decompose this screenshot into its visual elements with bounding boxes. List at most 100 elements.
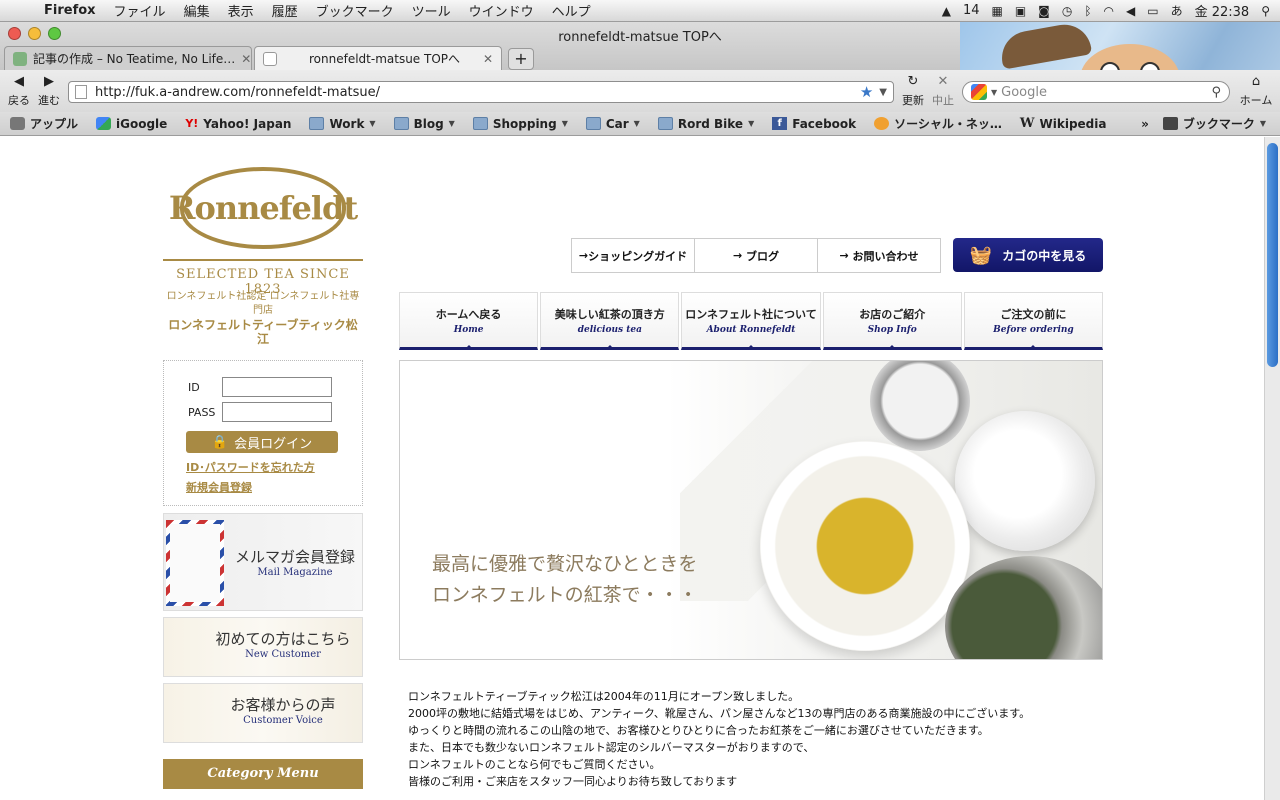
url-bar[interactable]: http://fuk.a-andrew.com/ronnefeldt-matsu… <box>68 81 894 103</box>
tab-ronnefeldt[interactable]: ronnefeldt-matsue TOPへ ✕ <box>254 46 502 70</box>
time-machine-icon[interactable]: ◷ <box>1062 4 1072 18</box>
bookmarks-menu-button[interactable]: ブックマーク ▼ <box>1162 115 1266 132</box>
back-arrow-icon: ◀ <box>14 74 24 89</box>
close-tab-icon[interactable]: ✕ <box>483 52 493 66</box>
envelope-icon <box>166 520 224 606</box>
hero-image: 最高に優雅で贅沢なひとときを ロンネフェルトの紅茶で・・・ <box>399 360 1103 660</box>
shopping-guide-link[interactable]: → ショッピングガイド <box>572 239 695 272</box>
igoogle-icon <box>96 117 112 130</box>
bookmark-folder-shopping[interactable]: Shopping ▼ <box>472 117 568 131</box>
customer-voice-banner[interactable]: お客様からの声 Customer Voice <box>163 683 363 743</box>
script-icon[interactable]: ▦ <box>991 4 1002 18</box>
bookmark-yahoo[interactable]: Y! Yahoo! Japan <box>185 117 291 131</box>
bluetooth-icon[interactable]: ᛒ <box>1084 4 1091 18</box>
utility-nav: → ショッピングガイド → ブログ → お問い合わせ <box>571 238 941 273</box>
mail-magazine-banner[interactable]: メルマガ会員登録 Mail Magazine <box>163 513 363 611</box>
back-button[interactable]: ◀ 戻る <box>8 74 30 108</box>
window-titlebar: ronnefeldt-matsue TOPへ 記事の作成 – No Teatim… <box>0 22 1280 134</box>
bookmark-folder-rord-bike[interactable]: Rord Bike ▼ <box>657 117 755 131</box>
menu-window[interactable]: ウインドウ <box>460 1 543 20</box>
nav-shop-info[interactable]: お店のご紹介 Shop Info <box>822 292 962 350</box>
battery-icon[interactable]: ▭ <box>1147 4 1158 18</box>
reload-button[interactable]: ↻ 更新 <box>900 74 926 108</box>
menu-view[interactable]: 表示 <box>219 1 263 20</box>
close-tab-icon[interactable]: ✕ <box>241 52 251 66</box>
nav-home[interactable]: ホームへ戻る Home <box>399 292 539 350</box>
bookmark-wikipedia[interactable]: W Wikipedia <box>1020 116 1107 131</box>
bookmark-apple[interactable]: アップル <box>10 115 78 132</box>
intro-text: ロンネフェルトティーブティック松江は2004年の11月にオープン致しました。 2… <box>408 690 1031 788</box>
tab-strip: 記事の作成 – No Teatime, No Life… ✕ ronnefeld… <box>4 46 534 70</box>
chevron-down-icon: ▼ <box>1259 119 1266 128</box>
bookmark-facebook[interactable]: f Facebook <box>772 117 856 131</box>
chevron-down-icon: ▼ <box>748 119 755 128</box>
bookmark-folder-blog[interactable]: Blog ▼ <box>393 117 455 131</box>
menu-file[interactable]: ファイル <box>105 1 175 20</box>
new-customer-banner[interactable]: 初めての方はこちら New Customer <box>163 617 363 677</box>
search-engine-dropdown-icon[interactable]: ▼ <box>991 88 997 97</box>
search-input[interactable]: ▼ Google ⚲ <box>962 81 1230 103</box>
menu-tools[interactable]: ツール <box>403 1 460 20</box>
menubar-clock[interactable]: 金 22:38 <box>1195 1 1250 20</box>
forward-button[interactable]: ▶ 進む <box>37 74 61 108</box>
menu-edit[interactable]: 編集 <box>175 1 219 20</box>
nav-about[interactable]: ロンネフェルト社について About Ronnefeldt <box>681 292 821 350</box>
new-tab-button[interactable]: + <box>508 48 534 70</box>
menu-help[interactable]: ヘルプ <box>543 1 600 20</box>
nav-before-ordering[interactable]: ご注文の前に Before ordering <box>963 292 1104 350</box>
apple-icon <box>10 117 25 130</box>
member-login-button[interactable]: 🔒 会員ログイン <box>186 431 338 453</box>
folder-icon <box>472 117 488 130</box>
adobe-icon[interactable]: ▲ <box>942 4 951 18</box>
register-link[interactable]: 新規会員登録 <box>186 479 252 495</box>
tea-tin-image <box>945 556 1102 659</box>
scrollbar-thumb[interactable] <box>1267 143 1278 367</box>
bookmark-folder-work[interactable]: Work ▼ <box>309 117 376 131</box>
search-icon[interactable]: ⚲ <box>1211 85 1221 100</box>
bookmark-star-icon[interactable]: ★ <box>860 83 873 101</box>
app-menu[interactable]: Firefox <box>40 3 105 18</box>
page-favicon-icon <box>263 51 277 66</box>
nav-delicious-tea[interactable]: 美味しい紅茶の頂き方 delicious tea <box>540 292 680 350</box>
google-icon <box>971 84 987 100</box>
pass-row: PASS <box>188 402 332 422</box>
spotlight-icon[interactable]: ⚲ <box>1261 4 1270 18</box>
chevron-down-icon: ▼ <box>633 119 640 128</box>
bookmark-folder-car[interactable]: Car ▼ <box>585 117 640 131</box>
chat-favicon-icon <box>13 51 27 66</box>
briefcase-icon[interactable]: ▣ <box>1015 4 1026 18</box>
teapot-image <box>955 411 1095 551</box>
view-cart-button[interactable]: 🧺 カゴの中を見る <box>953 238 1103 272</box>
menu-bookmarks[interactable]: ブックマーク <box>307 1 403 20</box>
bookmarks-bar: アップル iGoogle Y! Yahoo! Japan Work ▼ Blog ▼ … <box>0 112 1280 136</box>
page-scrollbar[interactable] <box>1264 137 1280 800</box>
password-input[interactable] <box>222 402 332 422</box>
home-button[interactable]: ⌂ ホーム <box>1238 74 1274 108</box>
wifi-icon[interactable]: ◠ <box>1104 4 1114 18</box>
tab-label: ronnefeldt-matsue TOPへ <box>309 52 461 66</box>
contact-link[interactable]: → お問い合わせ <box>818 239 940 272</box>
search-placeholder: Google <box>1001 84 1047 100</box>
menu-history[interactable]: 履歴 <box>263 1 307 20</box>
home-icon: ⌂ <box>1251 74 1261 89</box>
stop-button[interactable]: ✕ 中止 <box>930 74 956 108</box>
volume-icon[interactable]: ◀ <box>1126 4 1135 18</box>
ronnefeldt-logo[interactable]: Ronnefeldt <box>169 167 358 249</box>
url-dropdown-icon[interactable]: ▼ <box>879 87 887 98</box>
window-title: ronnefeldt-matsue TOPへ <box>558 30 722 45</box>
input-method-icon[interactable]: あ <box>1171 2 1183 19</box>
camera-icon[interactable]: ◙ <box>1038 4 1050 18</box>
bookmarks-overflow-button[interactable]: » <box>1141 117 1149 131</box>
bookmark-social[interactable]: ソーシャル・ネッ… <box>874 115 1002 132</box>
blog-link[interactable]: → ブログ <box>695 239 818 272</box>
id-label: ID <box>188 381 200 394</box>
forgot-password-link[interactable]: ID･パスワードを忘れた方 <box>186 459 315 475</box>
lock-icon: 🔒 <box>211 434 229 450</box>
page-content: Ronnefeldt SELECTED TEA SINCE 1823 ロンネフェ… <box>0 137 1264 800</box>
url-text: http://fuk.a-andrew.com/ronnefeldt-matsu… <box>95 84 381 100</box>
bookmark-igoogle[interactable]: iGoogle <box>96 117 167 131</box>
tab-article-editor[interactable]: 記事の作成 – No Teatime, No Life… ✕ <box>4 46 252 70</box>
id-input[interactable] <box>222 377 332 397</box>
main-nav: ホームへ戻る Home 美味しい紅茶の頂き方 delicious tea ロンネフェ… <box>399 292 1104 350</box>
facebook-icon: f <box>772 117 788 130</box>
